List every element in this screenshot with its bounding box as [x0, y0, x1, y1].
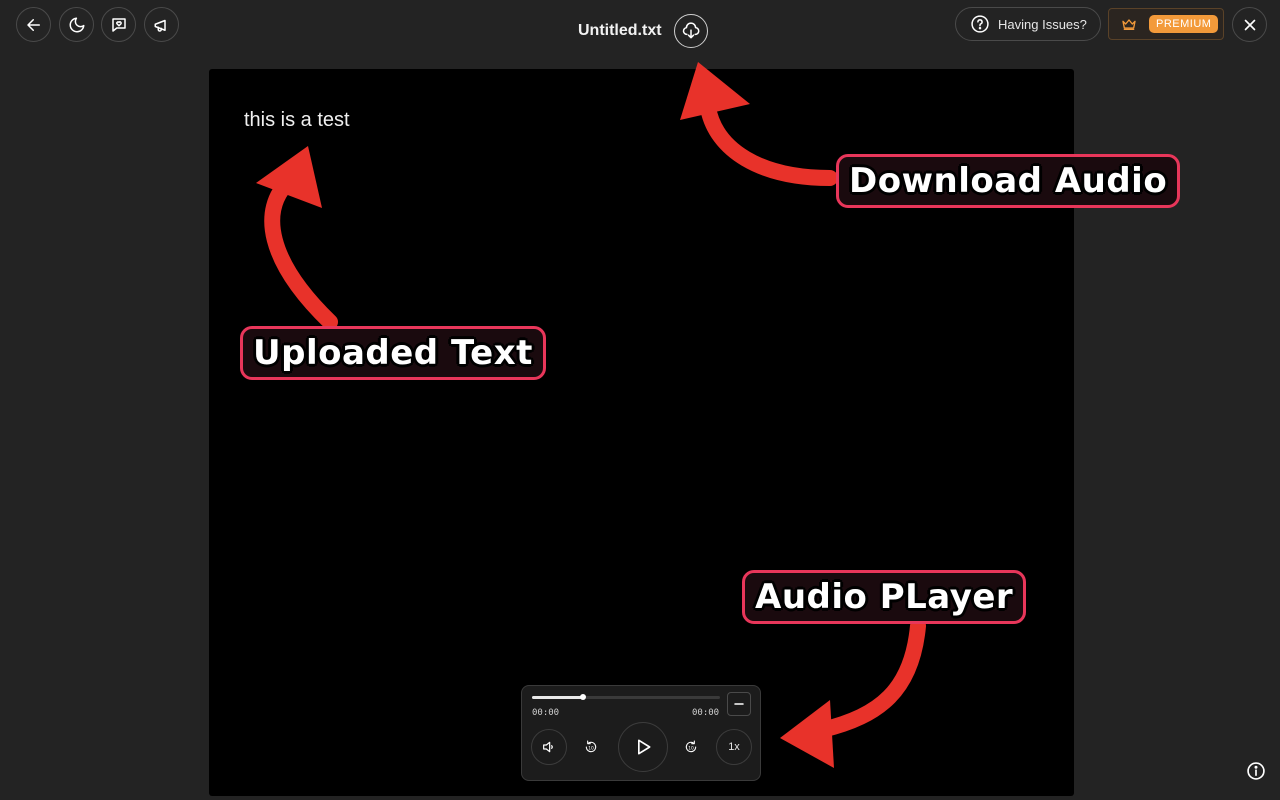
header-title-group: Untitled.txt: [578, 14, 708, 48]
chat-heart-icon: [111, 17, 126, 32]
having-issues-label: Having Issues?: [998, 16, 1087, 32]
app-window: Untitled.txt Having Issues? PREMIUM this…: [0, 0, 1280, 800]
info-button[interactable]: [1246, 761, 1266, 781]
volume-button[interactable]: [531, 729, 567, 765]
rewind-10-icon: 10: [585, 740, 597, 753]
close-button[interactable]: [1232, 7, 1267, 42]
playback-speed-label: 1x: [728, 741, 740, 753]
progress-slider[interactable]: [532, 694, 720, 700]
annotation-uploaded-text: Uploaded Text: [240, 326, 546, 380]
info-icon: [1247, 762, 1265, 780]
svg-text:10: 10: [688, 745, 694, 751]
total-time: 00:00: [692, 708, 720, 718]
close-icon: [1244, 19, 1255, 30]
theme-toggle-button[interactable]: [59, 7, 94, 42]
document-text[interactable]: this is a test: [244, 109, 350, 132]
back-button[interactable]: [16, 7, 51, 42]
moon-icon: [69, 17, 84, 32]
rewind-10-button[interactable]: 10: [573, 729, 609, 765]
announcements-button[interactable]: [144, 7, 179, 42]
feedback-button[interactable]: [101, 7, 136, 42]
progress-fill: [532, 696, 583, 699]
playback-speed-button[interactable]: 1x: [716, 729, 752, 765]
annotation-download-audio: Download Audio: [836, 154, 1181, 208]
current-time: 00:00: [532, 708, 560, 718]
play-button[interactable]: [618, 722, 668, 772]
download-audio-button[interactable]: [673, 14, 708, 48]
play-icon: [638, 739, 651, 755]
svg-text:10: 10: [588, 745, 594, 751]
forward-10-icon: 10: [685, 740, 697, 753]
progress-handle[interactable]: [579, 694, 586, 700]
collapse-player-button[interactable]: [727, 692, 751, 716]
premium-button[interactable]: PREMIUM: [1108, 8, 1224, 40]
forward-10-button[interactable]: 10: [673, 729, 709, 765]
premium-badge: PREMIUM: [1149, 15, 1219, 33]
arrow-left-icon: [26, 18, 40, 31]
having-issues-button[interactable]: Having Issues?: [955, 7, 1101, 41]
annotation-audio-player: Audio PLayer: [742, 570, 1027, 624]
megaphone-icon: [154, 19, 166, 32]
crown-icon: [1122, 19, 1136, 30]
audio-player: 00:00 00:00 10 10 1x: [521, 685, 761, 781]
cloud-download-icon: [682, 22, 699, 39]
document-title: Untitled.txt: [578, 22, 662, 39]
speaker-icon: [543, 741, 553, 753]
minus-icon: [734, 703, 744, 705]
question-circle-icon: [971, 15, 989, 33]
